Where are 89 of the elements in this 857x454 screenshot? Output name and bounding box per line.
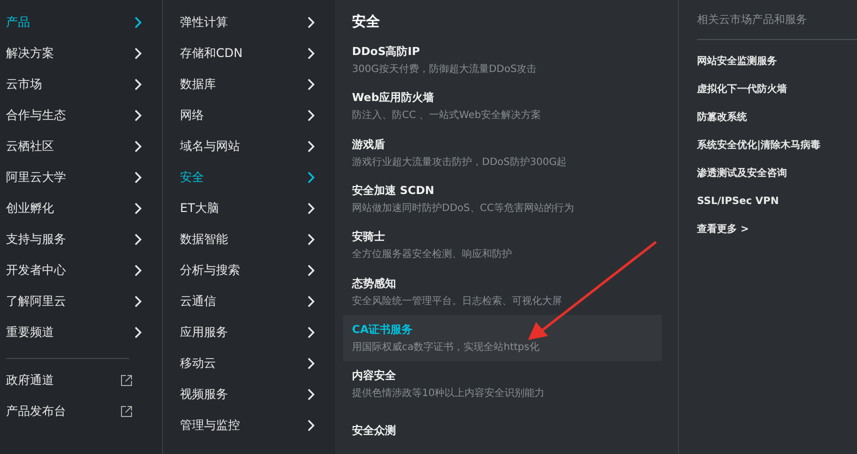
chevron-right-icon — [307, 202, 315, 215]
related-link[interactable]: 网站安全监测服务 — [697, 47, 857, 75]
category-menu-item[interactable]: 产品 — [0, 7, 162, 38]
product-description: 300G按天付费，防御超大流量DDoS攻击 — [352, 62, 538, 76]
external-link-icon — [121, 375, 132, 386]
product-item[interactable]: DDoS高防IP 300G按天付费，防御超大流量DDoS攻击 — [343, 37, 662, 84]
chevron-right-icon — [134, 16, 142, 29]
chevron-right-icon — [307, 233, 315, 246]
chevron-right-icon — [307, 388, 315, 401]
product-group-item[interactable]: 分析与搜索 — [163, 255, 335, 286]
chevron-right-icon — [134, 47, 142, 60]
product-item[interactable]: 安骑士 全方位服务器安全检测、响应和防护 — [343, 222, 662, 269]
product-group-item[interactable]: 云通信 — [163, 286, 335, 317]
product-item[interactable]: Web应用防火墙 防注入、防CC 、一站式Web安全解决方案 — [343, 83, 662, 130]
highlighted-product-item[interactable]: CA证书服务 用国际权威ca数字证书，实现全站https化 — [343, 314, 662, 362]
product-group-item[interactable]: 应用服务 — [163, 317, 335, 348]
product-name: 游戏盾 — [352, 136, 386, 152]
chevron-right-icon — [134, 202, 142, 215]
product-group-item[interactable]: 域名与网站 — [163, 131, 335, 162]
product-item[interactable]: 内容安全 提供色情涉政等10种以上内容安全识别能力 — [343, 361, 662, 408]
product-description: 网站做加速同时防护DDoS、CC等危害网站的行为 — [352, 202, 575, 216]
product-name: DDoS高防IP — [352, 44, 421, 60]
category-menu-item[interactable]: 创业孵化 — [0, 193, 162, 224]
external-menu-link[interactable]: 产品发布台 — [0, 396, 162, 427]
product-description: 提供色情涉政等10种以上内容安全识别能力 — [352, 386, 546, 400]
chevron-right-icon — [307, 109, 315, 122]
product-name: 态势感知 — [352, 276, 397, 291]
category-menu-item[interactable]: 合作与生态 — [0, 100, 162, 131]
chevron-right-icon — [307, 419, 315, 432]
chevron-right-icon — [134, 295, 142, 308]
product-group-item[interactable]: 移动云 — [163, 348, 335, 379]
product-group-item[interactable]: 数据智能 — [163, 224, 335, 255]
chevron-right-icon — [307, 78, 315, 91]
category-menu-item[interactable]: 了解阿里云 — [0, 286, 162, 317]
related-link[interactable]: 渗透测试及安全咨询 — [697, 159, 857, 187]
external-menu-link[interactable]: 政府通道 — [0, 365, 162, 396]
product-name: 安全众测 — [352, 423, 397, 438]
product-item[interactable]: 态势感知 安全风险统一管理平台。日志检索、可视化大屏 — [343, 268, 662, 315]
product-item[interactable]: 安全众测 — [343, 408, 662, 454]
chevron-right-icon — [307, 47, 315, 60]
related-link[interactable]: 防篡改系统 — [697, 103, 857, 131]
chevron-right-icon — [134, 78, 142, 91]
section-title: 安全 — [351, 12, 381, 32]
related-link[interactable]: 查看更多 > — [697, 215, 857, 243]
chevron-right-icon — [307, 264, 315, 277]
product-group-item[interactable]: 网络 — [163, 100, 335, 131]
category-menu-item[interactable]: 云栖社区 — [0, 131, 162, 162]
related-link[interactable]: 系统安全优化|清除木马病毒 — [697, 131, 857, 159]
product-description: 全方位服务器安全检测、响应和防护 — [352, 248, 513, 262]
chevron-right-icon — [134, 264, 142, 277]
category-menu-item[interactable]: 云市场 — [0, 69, 162, 100]
chevron-right-icon — [307, 295, 315, 308]
chevron-right-icon — [134, 233, 142, 246]
product-name: CA证书服务 — [352, 322, 414, 338]
external-link-icon — [121, 406, 132, 417]
category-menu-item[interactable]: 重要频道 — [0, 317, 162, 348]
product-group-item[interactable]: 视频服务 — [163, 379, 335, 410]
product-description: 用国际权威ca数字证书，实现全站https化 — [352, 340, 540, 354]
product-name: 安全加速 SCDN — [352, 183, 436, 198]
product-group-item[interactable]: 管理与监控 — [163, 410, 335, 441]
chevron-right-icon — [307, 140, 315, 153]
related-title: 相关云市场产品和服务 — [697, 12, 857, 40]
chevron-right-icon — [307, 326, 315, 339]
chevron-right-icon — [307, 171, 315, 184]
product-name: 安骑士 — [352, 229, 386, 244]
product-name: Web应用防火墙 — [352, 90, 436, 106]
product-description: 防注入、防CC 、一站式Web安全解决方案 — [352, 108, 542, 122]
category-menu-item[interactable]: 阿里云大学 — [0, 162, 162, 193]
chevron-right-icon — [307, 357, 315, 370]
chevron-right-icon — [134, 140, 142, 153]
chevron-right-icon — [134, 326, 142, 339]
chevron-right-icon — [307, 16, 315, 29]
product-item[interactable]: 游戏盾 游戏行业超大流量攻击防护，DDoS防护300G起 — [343, 130, 662, 176]
category-menu-item[interactable]: 支持与服务 — [0, 224, 162, 255]
product-group-item[interactable]: 弹性计算 — [163, 7, 335, 38]
product-group-item[interactable]: 安全 — [163, 162, 335, 193]
product-name: 内容安全 — [352, 368, 397, 384]
category-menu-item[interactable]: 开发者中心 — [0, 255, 162, 286]
chevron-right-icon — [134, 171, 142, 184]
related-link[interactable]: SSL/IPSec VPN — [697, 187, 857, 215]
product-group-item[interactable]: 数据库 — [163, 69, 335, 100]
product-item[interactable]: 安全加速 SCDN 网站做加速同时防护DDoS、CC等危害网站的行为 — [343, 176, 662, 222]
product-group-item[interactable]: 存储和CDN — [163, 38, 335, 69]
chevron-right-icon — [134, 109, 142, 122]
category-menu-item[interactable]: 解决方案 — [0, 38, 162, 69]
product-description: 游戏行业超大流量攻击防护，DDoS防护300G起 — [352, 156, 568, 169]
related-link[interactable]: 虚拟化下一代防火墙 — [697, 75, 857, 103]
product-group-item[interactable]: ET大脑 — [163, 193, 335, 224]
product-description: 安全风险统一管理平台。日志检索、可视化大屏 — [352, 294, 563, 308]
